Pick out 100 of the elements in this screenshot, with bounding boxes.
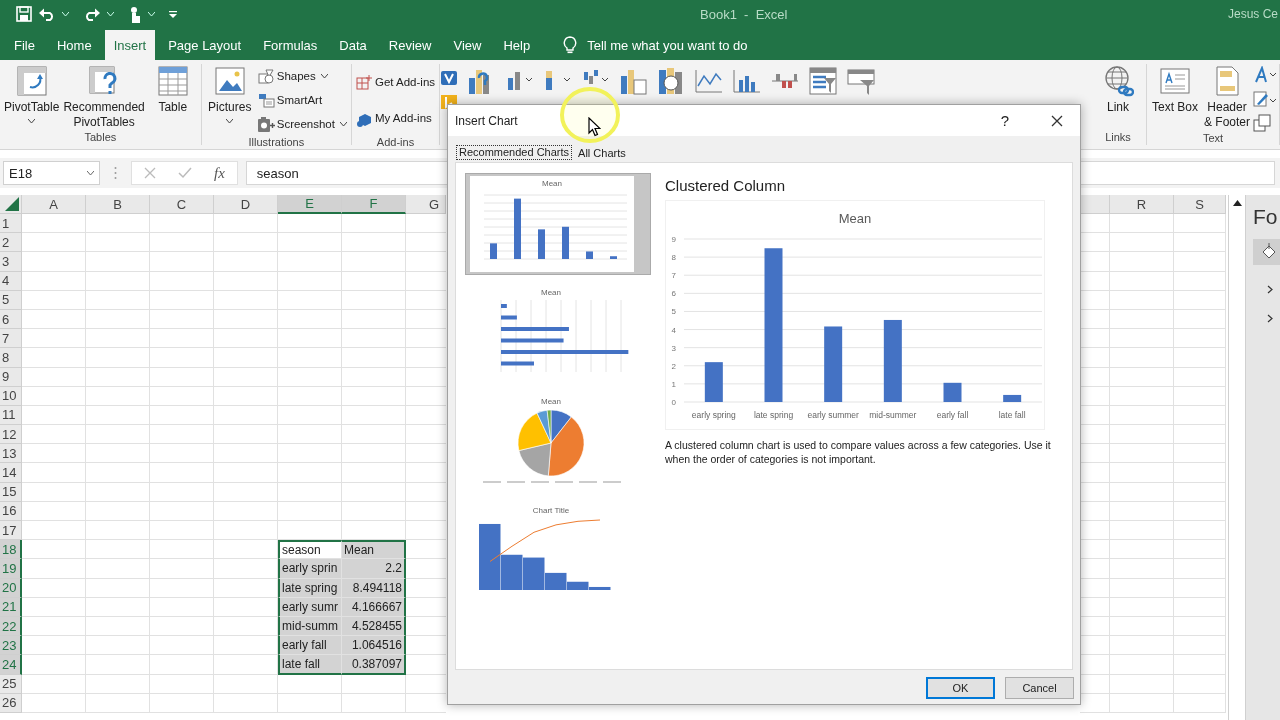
- sheet-cell[interactable]: [150, 386, 214, 406]
- sheet-cell[interactable]: [1110, 290, 1174, 310]
- column-header[interactable]: C: [150, 195, 214, 214]
- row-header[interactable]: 24: [0, 655, 22, 675]
- sheet-cell[interactable]: [86, 290, 150, 310]
- sheet-cell[interactable]: [1110, 214, 1174, 234]
- sheet-cell[interactable]: [1110, 501, 1174, 521]
- sheet-cell[interactable]: [86, 405, 150, 426]
- ribbon-tab[interactable]: Data: [330, 30, 376, 60]
- ribbon-button[interactable]: Table: [146, 64, 199, 116]
- sheet-cell[interactable]: [1174, 233, 1226, 253]
- ribbon-button[interactable]: Shapes: [257, 67, 347, 85]
- sheet-cell[interactable]: [342, 214, 406, 234]
- sheet-cell[interactable]: [22, 329, 86, 349]
- sheet-cell[interactable]: [1110, 559, 1174, 579]
- sheet-cell[interactable]: [342, 252, 406, 272]
- sheet-cell[interactable]: [22, 425, 86, 445]
- sheet-cell[interactable]: [1174, 290, 1226, 310]
- ribbon-button[interactable]: Header & Footer: [1201, 64, 1253, 131]
- table-cell[interactable]: season: [278, 540, 342, 560]
- dialog-button[interactable]: OK: [926, 677, 995, 699]
- table-cell[interactable]: mid-summ: [278, 616, 342, 637]
- check-icon[interactable]: [178, 167, 192, 179]
- sheet-cell[interactable]: [86, 329, 150, 349]
- sheet-cell[interactable]: [214, 405, 278, 426]
- name-box[interactable]: E18: [3, 161, 100, 185]
- sheet-cell[interactable]: [22, 616, 86, 637]
- sheet-cell[interactable]: [214, 348, 278, 368]
- sheet-cell[interactable]: [150, 214, 214, 234]
- ribbon-button[interactable]: SmartArt: [257, 91, 347, 109]
- sheet-cell[interactable]: [214, 463, 278, 483]
- ribbon-button[interactable]: Link: [1092, 64, 1144, 116]
- sheet-cell[interactable]: [214, 233, 278, 253]
- sheet-cell[interactable]: [1110, 405, 1174, 426]
- ribbon-button[interactable]: PivotTable: [2, 64, 62, 124]
- sheet-cell[interactable]: [86, 482, 150, 502]
- sheet-cell[interactable]: [22, 482, 86, 502]
- sheet-cell[interactable]: [86, 616, 150, 637]
- column-header[interactable]: D: [214, 195, 278, 214]
- sheet-cell[interactable]: [1110, 348, 1174, 368]
- scroll-up-icon[interactable]: [1232, 200, 1242, 206]
- sheet-cell[interactable]: [1110, 655, 1174, 675]
- sheet-cell[interactable]: [22, 559, 86, 579]
- sheet-cell[interactable]: [1174, 597, 1226, 617]
- sheet-cell[interactable]: [22, 271, 86, 291]
- column-header[interactable]: S: [1174, 195, 1226, 214]
- sheet-cell[interactable]: [342, 233, 406, 253]
- sheet-cell[interactable]: [278, 674, 342, 694]
- sheet-cell[interactable]: [342, 425, 406, 445]
- sheet-cell[interactable]: [1174, 405, 1226, 426]
- sheet-cell[interactable]: [278, 693, 342, 713]
- table-cell[interactable]: 8.494118: [342, 578, 406, 598]
- sheet-cell[interactable]: [150, 578, 214, 598]
- sheet-cell[interactable]: [22, 540, 86, 560]
- sheet-cell[interactable]: [86, 540, 150, 560]
- sheet-cell[interactable]: [278, 329, 342, 349]
- sheet-cell[interactable]: [86, 233, 150, 253]
- sheet-cell[interactable]: [1174, 463, 1226, 483]
- sheet-cell[interactable]: [342, 501, 406, 521]
- sheet-cell[interactable]: [86, 578, 150, 598]
- row-header[interactable]: 22: [0, 616, 22, 637]
- sheet-cell[interactable]: [150, 309, 214, 330]
- row-header[interactable]: 11: [0, 405, 22, 426]
- sheet-cell[interactable]: [278, 405, 342, 426]
- sheet-cell[interactable]: [1110, 463, 1174, 483]
- sheet-cell[interactable]: [342, 309, 406, 330]
- sheet-cell[interactable]: [342, 386, 406, 406]
- sheet-cell[interactable]: [22, 693, 86, 713]
- sheet-cell[interactable]: [1174, 655, 1226, 675]
- row-header[interactable]: 5: [0, 290, 22, 310]
- sheet-cell[interactable]: [214, 693, 278, 713]
- column-header[interactable]: E: [278, 195, 342, 214]
- row-header[interactable]: 10: [0, 386, 22, 406]
- ribbon-button[interactable]: Pictures: [203, 64, 256, 124]
- sheet-cell[interactable]: [1174, 693, 1226, 713]
- select-all-icon[interactable]: [5, 197, 19, 211]
- column-header[interactable]: [1080, 195, 1110, 214]
- sheet-cell[interactable]: [342, 463, 406, 483]
- row-header[interactable]: 25: [0, 674, 22, 694]
- vertical-scrollbar[interactable]: [1228, 195, 1246, 720]
- row-header[interactable]: 23: [0, 636, 22, 656]
- sheet-cell[interactable]: [86, 655, 150, 675]
- sheet-cell[interactable]: [1110, 693, 1174, 713]
- sheet-cell[interactable]: [150, 233, 214, 253]
- table-cell[interactable]: early sprin: [278, 559, 342, 579]
- sheet-cell[interactable]: [1174, 271, 1226, 291]
- sheet-cell[interactable]: [214, 444, 278, 464]
- row-header[interactable]: 7: [0, 329, 22, 349]
- row-header[interactable]: 9: [0, 367, 22, 387]
- sheet-cell[interactable]: [278, 482, 342, 502]
- sheet-cell[interactable]: [150, 252, 214, 272]
- sheet-cell[interactable]: [342, 290, 406, 310]
- table-cell[interactable]: late spring: [278, 578, 342, 598]
- table-cell[interactable]: early fall: [278, 636, 342, 656]
- sheet-cell[interactable]: [150, 444, 214, 464]
- cancel-icon[interactable]: [144, 167, 156, 179]
- signature-icon[interactable]: [1253, 90, 1277, 108]
- sheet-cell[interactable]: [1110, 674, 1174, 694]
- column-header[interactable]: R: [1110, 195, 1174, 214]
- sheet-cell[interactable]: [342, 329, 406, 349]
